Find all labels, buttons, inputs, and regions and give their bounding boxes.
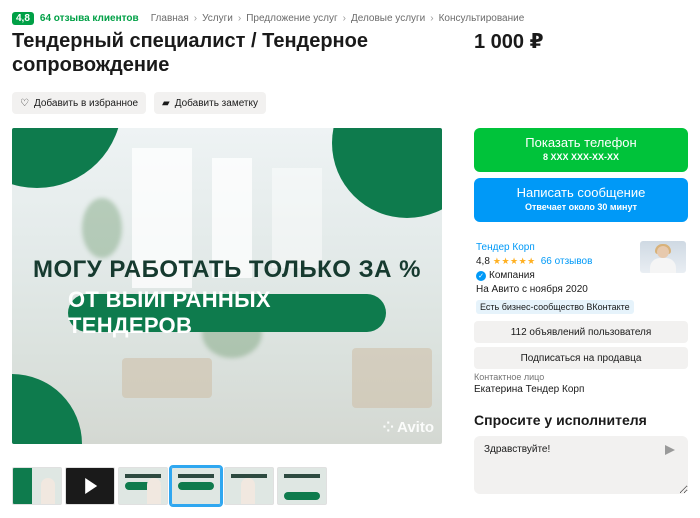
decor-circle — [12, 374, 82, 444]
response-time-label: Отвечает около 30 минут — [524, 202, 638, 212]
thumbnail-3[interactable] — [118, 467, 168, 505]
main-listing-image[interactable]: МОГУ РАБОТАТЬ ТОЛЬКО ЗА % ОТ ВЫИГРАННЫХ … — [12, 128, 442, 444]
decor-circle — [12, 128, 122, 188]
price: 1 000 ₽ — [474, 31, 544, 53]
show-phone-button[interactable]: Показать телефон 8 XXX XXX-XX-XX — [474, 128, 688, 172]
chevron-right-icon: › — [342, 12, 346, 24]
chevron-right-icon: › — [430, 12, 434, 24]
thumbnail-graphic — [178, 482, 214, 490]
thumbnail-video[interactable] — [65, 467, 115, 505]
breadcrumb-item-home[interactable]: Главная — [151, 13, 189, 24]
thumbnail-person — [41, 478, 55, 504]
chevron-right-icon: › — [237, 12, 242, 24]
write-message-label: Написать сообщение — [516, 185, 646, 200]
breadcrumb-item-offers[interactable]: Предложение услуг — [246, 13, 337, 24]
thumbnail-5[interactable] — [224, 467, 274, 505]
masked-phone-number: 8 XXX XXX-XX-XX — [542, 152, 620, 162]
avito-logo-icon: ⁘ — [382, 419, 395, 435]
watermark-text: Avito — [397, 419, 434, 436]
seller-listings-button[interactable]: 112 объявлений пользователя — [474, 321, 688, 343]
vk-community-badge[interactable]: Есть бизнес-сообщество ВКонтакте — [476, 300, 634, 314]
background-chair — [122, 358, 212, 398]
show-phone-label: Показать телефон — [525, 135, 637, 150]
contact-person-name: Екатерина Тендер Корп — [474, 384, 585, 395]
thumbnail-graphic — [13, 468, 33, 504]
thumbnail-graphic — [284, 474, 320, 478]
thumbnail-1[interactable] — [12, 467, 62, 505]
add-note-button[interactable]: ▰ Добавить заметку — [154, 92, 266, 114]
background-window — [272, 168, 322, 268]
message-input[interactable]: Здравствуйте! — [474, 436, 688, 494]
breadcrumb-item-consulting[interactable]: Консультирование — [439, 13, 525, 24]
send-icon[interactable] — [665, 445, 675, 455]
breadcrumb-item-business[interactable]: Деловые услуги — [351, 13, 425, 24]
play-icon — [85, 478, 98, 494]
seller-avatar[interactable] — [640, 241, 686, 273]
seller-reviews-link[interactable]: 66 отзывов — [541, 256, 593, 267]
star-rating-icon: ★★★★★ — [492, 256, 536, 266]
heart-icon: ♡ — [20, 97, 29, 109]
thumbnail-6[interactable] — [277, 467, 327, 505]
page-title: Тендерный специалист / Тендерное сопрово… — [12, 30, 368, 76]
seller-type: ✓ Компания — [476, 270, 535, 281]
thumbnail-graphic — [178, 474, 214, 478]
seller-since: На Авито с ноября 2020 — [476, 284, 588, 295]
seller-name-link[interactable]: Тендер Корп — [476, 242, 535, 253]
background-plant — [82, 198, 122, 258]
image-headline: МОГУ РАБОТАТЬ ТОЛЬКО ЗА % — [33, 256, 421, 283]
breadcrumb-item-services[interactable]: Услуги — [202, 13, 233, 24]
verified-check-icon: ✓ — [476, 270, 486, 281]
avatar-head — [657, 246, 669, 258]
image-subheadline: ОТ ВЫИГРАННЫХ ТЕНДЕРОВ — [68, 287, 386, 338]
thumbnail-person — [147, 478, 161, 504]
thumbnail-strip — [12, 465, 327, 507]
client-reviews-link[interactable]: 64 отзыва клиентов — [40, 13, 139, 24]
avatar-body — [650, 258, 676, 273]
seller-type-label: Компания — [489, 270, 535, 281]
seller-rating: 4,8 ★★★★★ 66 отзывов — [476, 256, 592, 267]
background-chair — [352, 348, 432, 408]
chevron-right-icon: › — [193, 12, 198, 24]
meta-row: 4,8 64 отзыва клиентов Главная › Услуги … — [12, 10, 524, 26]
seller-rating-value: 4,8 — [476, 256, 490, 267]
add-to-favorites-button[interactable]: ♡ Добавить в избранное — [12, 92, 147, 114]
contact-person-label: Контактное лицо — [474, 372, 545, 382]
ask-section-title: Спросите у исполнителя — [474, 412, 647, 428]
add-to-favorites-label: Добавить в избранное — [33, 97, 139, 109]
avito-watermark: ⁘ Avito — [382, 419, 434, 436]
rating-badge: 4,8 — [12, 11, 34, 25]
add-note-label: Добавить заметку — [174, 97, 258, 109]
thumbnail-4[interactable] — [169, 465, 223, 507]
write-message-button[interactable]: Написать сообщение Отвечает около 30 мин… — [474, 178, 688, 222]
subscribe-seller-button[interactable]: Подписаться на продавца — [474, 347, 688, 369]
breadcrumb: Главная › Услуги › Предложение услуг › Д… — [151, 13, 525, 24]
note-icon: ▰ — [162, 97, 170, 109]
thumbnail-graphic — [284, 492, 320, 500]
decor-circle — [332, 128, 442, 218]
thumbnail-person — [241, 478, 255, 504]
